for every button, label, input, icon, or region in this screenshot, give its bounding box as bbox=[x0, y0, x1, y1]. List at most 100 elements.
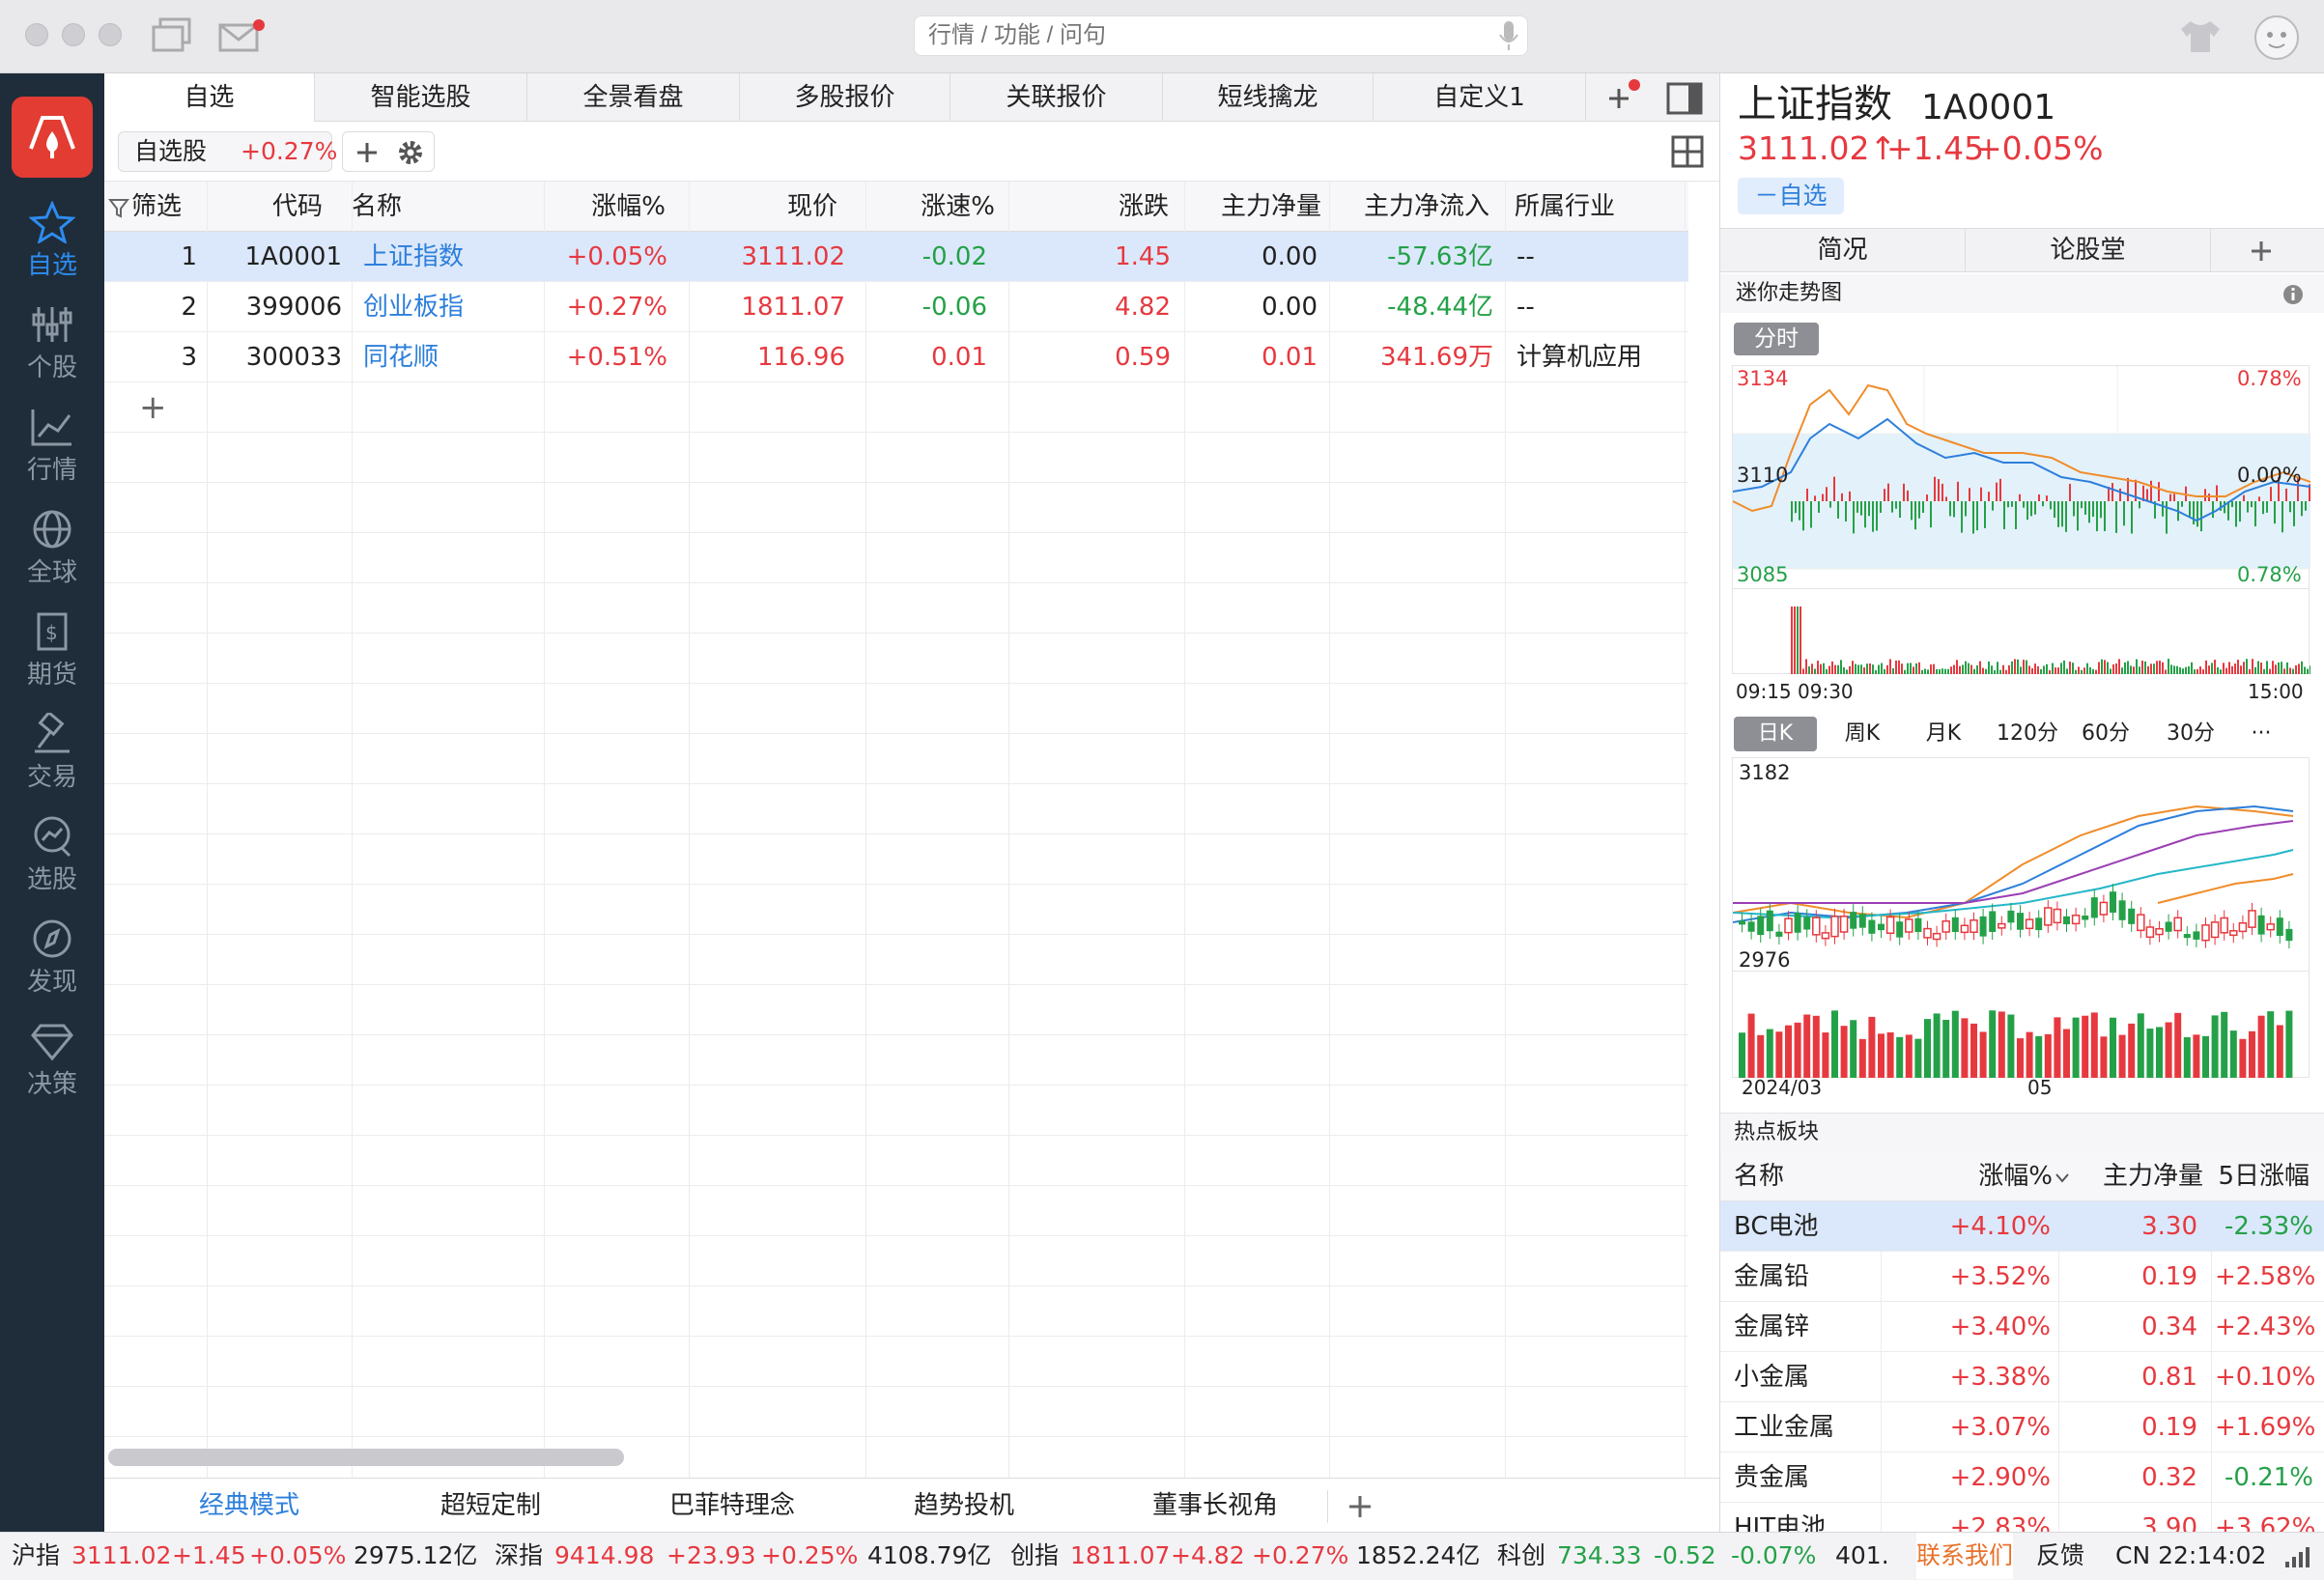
sidebar-item-decision[interactable]: 决策 bbox=[0, 1012, 104, 1114]
period-day-k[interactable]: 日K bbox=[1734, 717, 1817, 751]
microphone-icon[interactable] bbox=[1497, 19, 1520, 52]
settings-gear-icon[interactable] bbox=[397, 139, 424, 166]
sidebar-item-stock-pick[interactable]: 选股 bbox=[0, 807, 104, 910]
kline-volume-bar bbox=[2285, 1010, 2293, 1078]
tab-forum[interactable]: 论股堂 bbox=[1966, 229, 2211, 271]
header-filter[interactable]: 筛选 bbox=[131, 182, 209, 232]
remove-watchlist-button[interactable]: －自选 bbox=[1738, 178, 1844, 214]
tab-related-quote[interactable]: 关联报价 bbox=[950, 73, 1163, 122]
header-speed[interactable]: 涨速% bbox=[865, 182, 1008, 232]
table-row[interactable]: 2 399006 创业板指 +0.27% 1811.07 -0.06 4.82 … bbox=[104, 282, 1688, 332]
table-row[interactable]: 3 300033 同花顺 +0.51% 116.96 0.01 0.59 0.0… bbox=[104, 332, 1688, 382]
header-change[interactable]: 涨跌 bbox=[1008, 182, 1182, 232]
hot-table-header: 名称 涨幅% 主力净量 5日涨幅 bbox=[1720, 1151, 2324, 1201]
status-cy-label[interactable]: 创指 bbox=[1010, 1533, 1059, 1579]
header-name[interactable]: 名称 bbox=[352, 182, 525, 232]
tab-chairman[interactable]: 董事长视角 bbox=[1109, 1479, 1321, 1533]
hot-sector-cell: +3.52% bbox=[1949, 1262, 2051, 1291]
sidebar-item-watchlist[interactable]: 自选 bbox=[0, 193, 104, 296]
table-row[interactable]: 1 1A0001 上证指数 +0.05% 3111.02 -0.02 1.45 … bbox=[104, 232, 1688, 282]
intraday-chart[interactable]: 3134 3110 3085 0.78% 0.00% 0.78% bbox=[1732, 365, 2311, 589]
header-main-net-volume[interactable]: 主力净量 bbox=[1184, 182, 1329, 232]
add-stock-plus-icon[interactable] bbox=[354, 140, 380, 165]
hot-sector-row[interactable]: BC电池 +4.10% 3.30 -2.33% bbox=[1720, 1201, 2324, 1252]
add-row-plus[interactable]: + bbox=[139, 382, 178, 433]
tab-classic-mode[interactable]: 经典模式 bbox=[153, 1479, 346, 1533]
status-sh-label[interactable]: 沪指 bbox=[12, 1533, 60, 1579]
intraday-volume-bar bbox=[1814, 668, 1816, 674]
tab-smart-pick[interactable]: 智能选股 bbox=[315, 73, 527, 122]
tab-panorama[interactable]: 全景看盘 bbox=[527, 73, 740, 122]
hot-sector-row[interactable]: 小金属 +3.38% 0.81 +0.10% bbox=[1720, 1352, 2324, 1402]
status-sz-label[interactable]: 深指 bbox=[495, 1533, 543, 1579]
period-30min[interactable]: 30分 bbox=[2157, 717, 2225, 751]
tab-ultra-short[interactable]: 超短定制 bbox=[394, 1479, 587, 1533]
period-more-button[interactable]: ··· bbox=[2232, 717, 2290, 751]
sidebar-item-market[interactable]: 行情 bbox=[0, 398, 104, 500]
stock-name-link[interactable]: 上证指数 bbox=[363, 232, 537, 282]
intraday-volume-bar bbox=[2257, 661, 2259, 674]
tab-custom-1[interactable]: 自定义1 bbox=[1374, 73, 1586, 122]
header-change-pct[interactable]: 涨幅% bbox=[544, 182, 679, 232]
hot-sector-row[interactable]: 金属铅 +3.52% 0.19 +2.58% bbox=[1720, 1252, 2324, 1302]
intraday-volume-bar bbox=[1869, 663, 1871, 674]
intraday-button[interactable]: 分时 bbox=[1734, 323, 1819, 355]
sidebar-item-trade[interactable]: 交易 bbox=[0, 705, 104, 807]
app-logo[interactable] bbox=[12, 97, 93, 178]
add-mode-plus-icon[interactable] bbox=[1327, 1490, 1385, 1523]
hot-header-net[interactable]: 主力净量 bbox=[2078, 1151, 2203, 1201]
intraday-volume-bar bbox=[1881, 663, 1883, 674]
period-60min[interactable]: 60分 bbox=[2072, 717, 2140, 751]
hot-sector-row[interactable]: 贵金属 +2.90% 0.32 -0.21% bbox=[1720, 1453, 2324, 1503]
period-120min[interactable]: 120分 bbox=[1991, 717, 2064, 751]
sort-desc-chevron-icon[interactable] bbox=[2055, 1172, 2070, 1184]
multi-window-icon[interactable] bbox=[151, 17, 195, 54]
header-price[interactable]: 现价 bbox=[689, 182, 851, 232]
filter-icon[interactable] bbox=[108, 197, 129, 218]
hot-header-name[interactable]: 名称 bbox=[1734, 1151, 1784, 1201]
sidebar-item-stock[interactable]: 个股 bbox=[0, 296, 104, 398]
tab-multi-quote[interactable]: 多股报价 bbox=[740, 73, 950, 122]
sidebar-item-futures[interactable]: $ 期货 bbox=[0, 603, 104, 705]
layout-panel-icon[interactable] bbox=[1665, 81, 1704, 116]
hot-header-pct[interactable]: 涨幅% bbox=[1908, 1151, 2053, 1201]
period-week-k[interactable]: 周K bbox=[1828, 717, 1896, 751]
hot-sector-row[interactable]: HJT电池 +2.83% 3.90 +3.62% bbox=[1720, 1503, 2324, 1532]
grid-view-icon[interactable] bbox=[1671, 135, 1704, 168]
kline-chart[interactable]: 3182 2976 bbox=[1732, 757, 2310, 972]
user-avatar-icon[interactable] bbox=[2253, 14, 2301, 62]
sidebar-item-global[interactable]: 全球 bbox=[0, 500, 104, 603]
tab-short-term[interactable]: 短线擒龙 bbox=[1163, 73, 1374, 122]
tab-overview[interactable]: 简况 bbox=[1720, 229, 1966, 271]
add-tab-plus-icon[interactable] bbox=[1596, 77, 1640, 118]
hot-sector-row[interactable]: 工业金属 +3.07% 0.19 +1.69% bbox=[1720, 1402, 2324, 1453]
period-month-k[interactable]: 月K bbox=[1910, 717, 1977, 751]
zoom-window-button[interactable] bbox=[99, 23, 122, 46]
header-industry[interactable]: 所属行业 bbox=[1515, 182, 1688, 232]
intraday-flow-bar bbox=[1988, 492, 1990, 501]
tab-watchlist[interactable]: 自选 bbox=[104, 73, 315, 122]
kline-candle bbox=[2082, 916, 2089, 920]
header-main-net-inflow[interactable]: 主力净流入 bbox=[1329, 182, 1503, 232]
skin-shirt-icon[interactable] bbox=[2177, 17, 2224, 56]
intraday-flow-bar bbox=[1795, 501, 1797, 514]
header-code[interactable]: 代码 bbox=[209, 182, 336, 232]
close-window-button[interactable] bbox=[25, 23, 48, 46]
tab-trend[interactable]: 趋势投机 bbox=[867, 1479, 1061, 1533]
search-input[interactable] bbox=[914, 15, 1528, 56]
hot-header-5d[interactable]: 5日涨幅 bbox=[2213, 1151, 2310, 1201]
stock-name-link[interactable]: 创业板指 bbox=[363, 282, 537, 332]
hot-sector-row[interactable]: 金属锌 +3.40% 0.34 +2.43% bbox=[1720, 1302, 2324, 1352]
stock-name-link[interactable]: 同花顺 bbox=[363, 332, 537, 382]
status-kc-label[interactable]: 科创 bbox=[1497, 1533, 1545, 1579]
watchlist-group-select[interactable]: 自选股 +0.27% bbox=[118, 131, 337, 172]
tab-buffett[interactable]: 巴菲特理念 bbox=[626, 1479, 838, 1533]
mail-icon[interactable] bbox=[218, 19, 267, 54]
sidebar-item-discover[interactable]: 发现 bbox=[0, 910, 104, 1012]
horizontal-scrollbar[interactable] bbox=[108, 1449, 624, 1466]
info-icon[interactable] bbox=[2282, 284, 2304, 305]
contact-us-link[interactable]: 联系我们 bbox=[1916, 1533, 2013, 1579]
feedback-link[interactable]: 反馈 bbox=[2036, 1533, 2084, 1579]
add-detail-tab-plus-icon[interactable] bbox=[2242, 235, 2281, 268]
minimize-window-button[interactable] bbox=[62, 23, 85, 46]
